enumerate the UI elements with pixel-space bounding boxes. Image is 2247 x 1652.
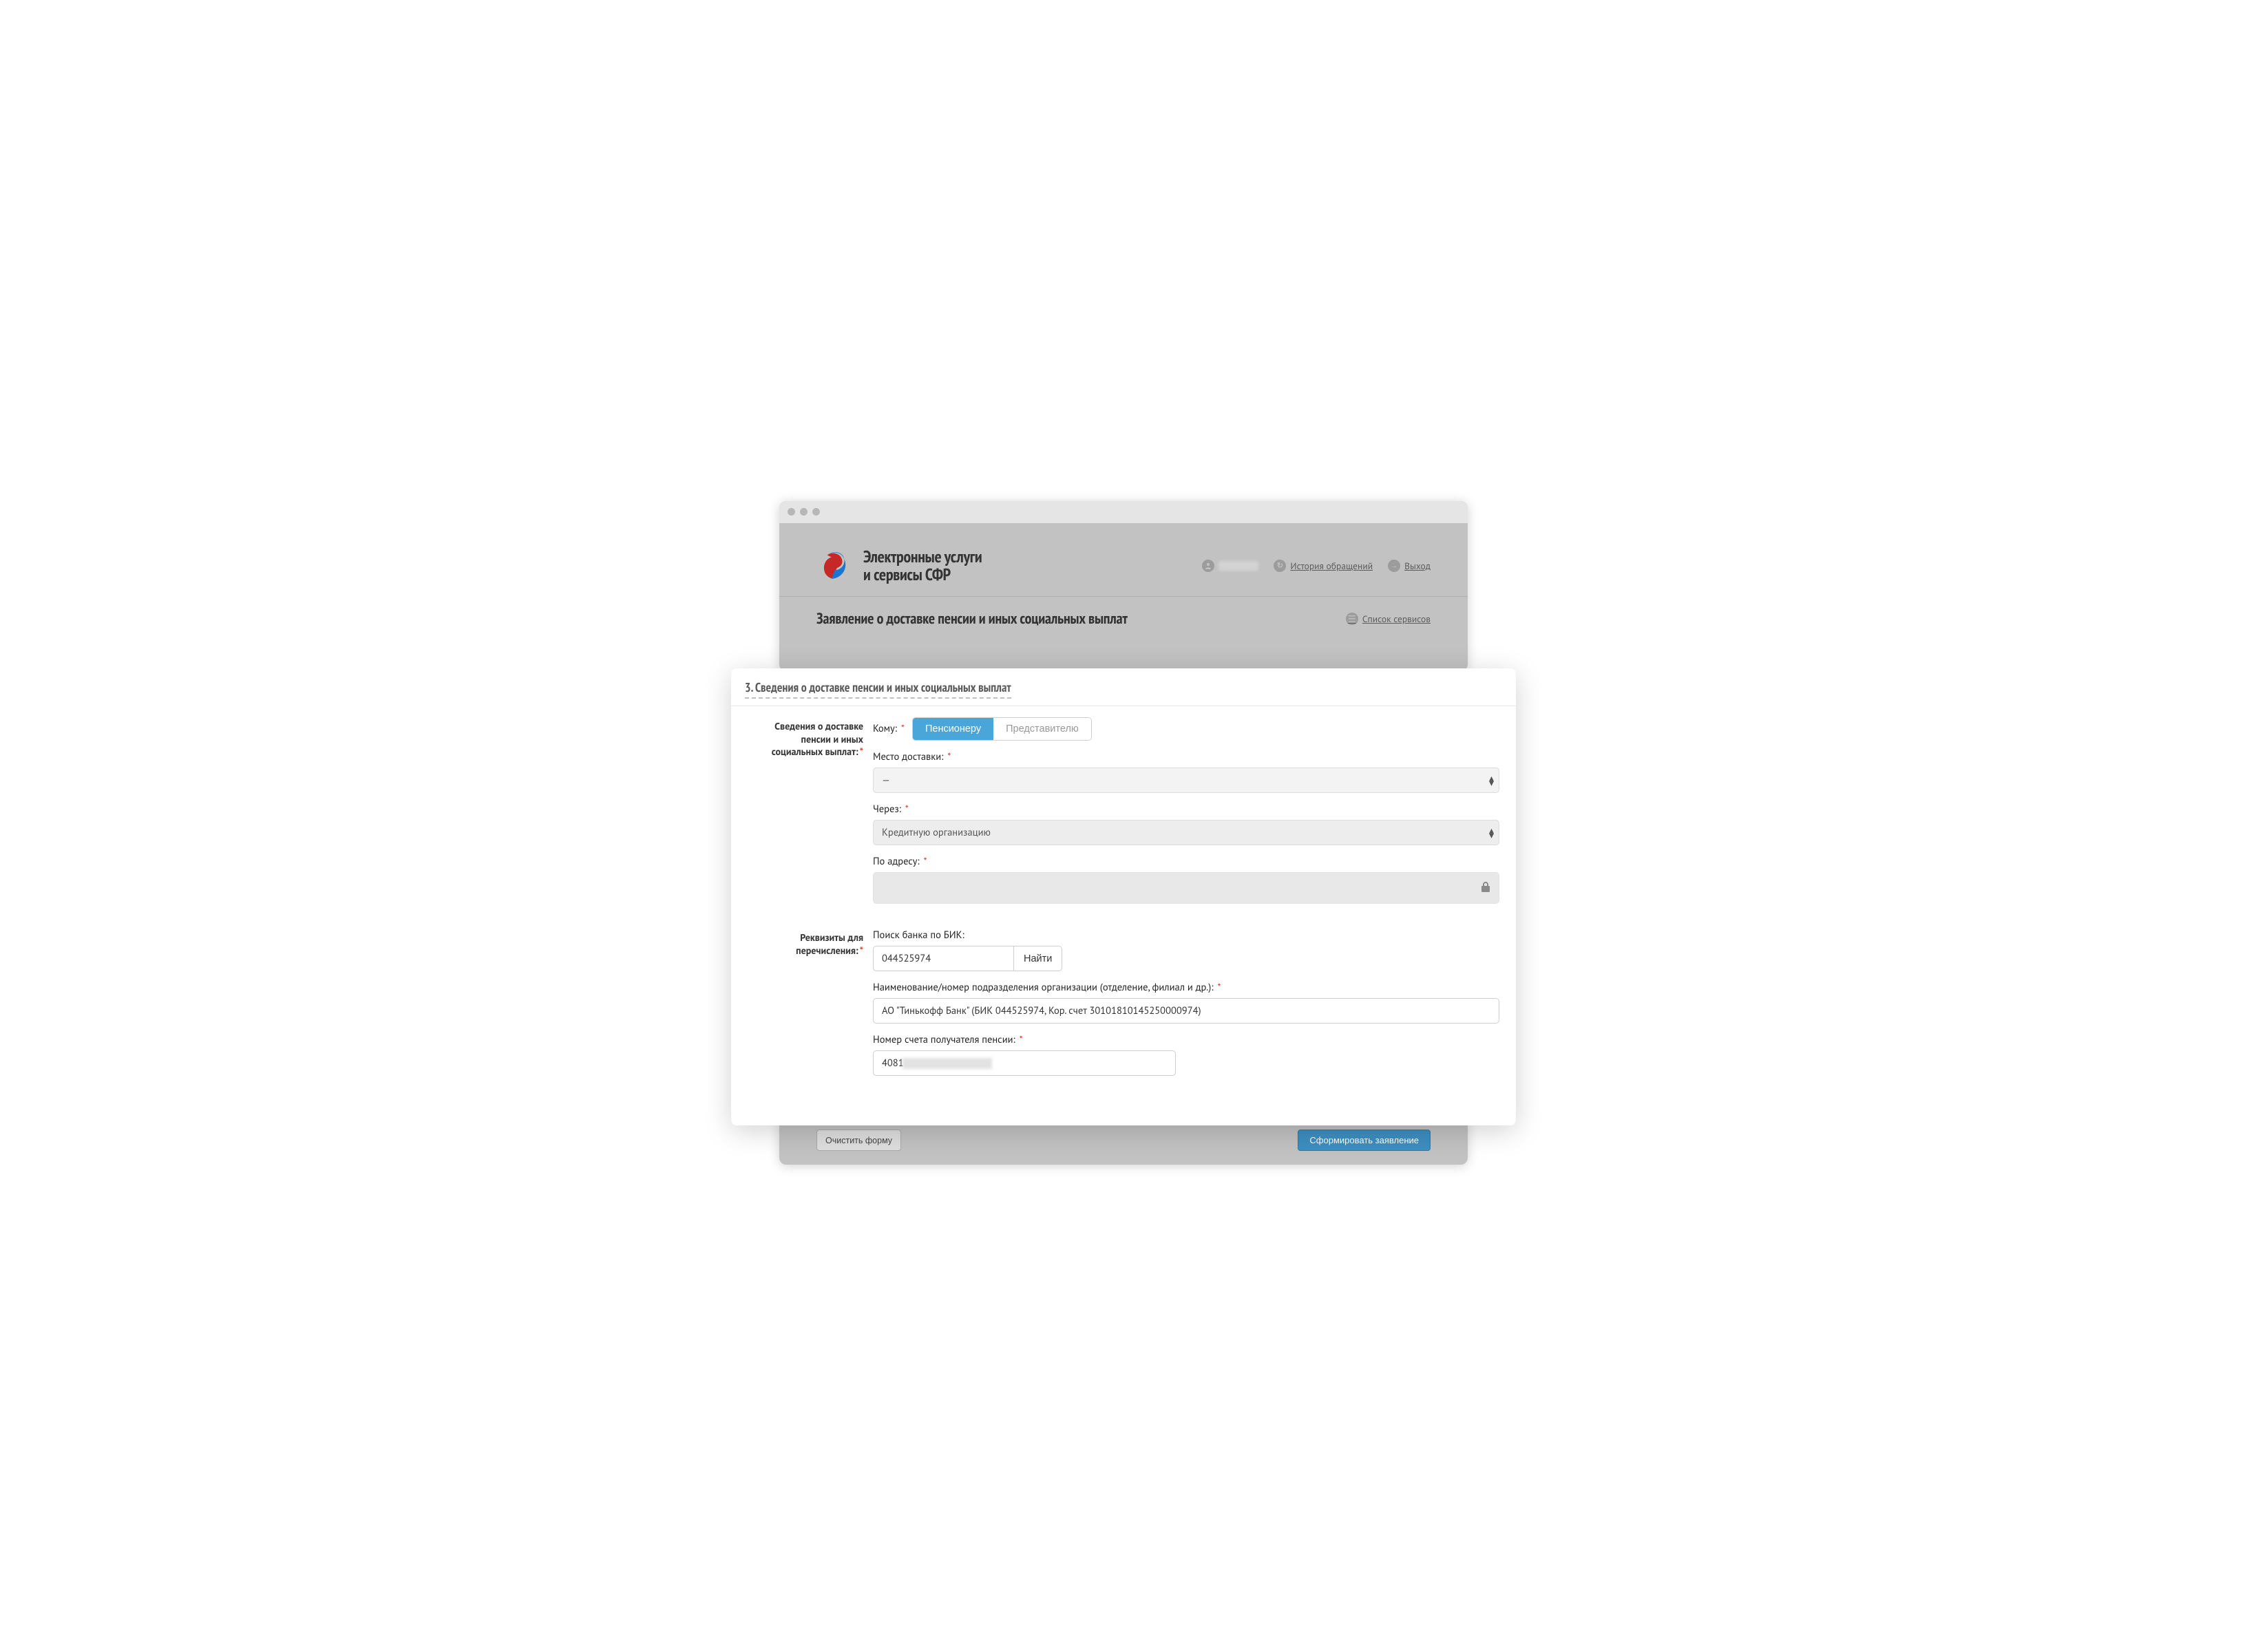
submit-button[interactable]: Сформировать заявление <box>1298 1130 1431 1151</box>
place-label: Место доставки: * <box>873 750 1499 763</box>
brand-title-line2: и сервисы СФР <box>863 564 951 585</box>
services-list-link[interactable]: ☰ Список сервисов <box>1346 613 1431 625</box>
find-bank-button[interactable]: Найти <box>1014 946 1062 971</box>
history-link[interactable]: ↻ История обращений <box>1274 560 1373 572</box>
services-list-label: Список сервисов <box>1362 613 1431 625</box>
chevron-updown-icon: ▴▾ <box>1489 776 1494 785</box>
chevron-updown-icon: ▴▾ <box>1489 828 1494 838</box>
org-name-input[interactable] <box>873 998 1499 1024</box>
lock-icon <box>1481 881 1490 896</box>
window-dot <box>812 508 820 516</box>
logout-icon: → <box>1388 560 1400 572</box>
whom-option-pensioner[interactable]: Пенсионеру <box>913 718 993 740</box>
page-title: Заявление о доставке пенсии и иных социа… <box>816 609 1128 628</box>
window-dot <box>788 508 795 516</box>
logout-link-label: Выход <box>1404 560 1431 572</box>
user-link[interactable] <box>1202 560 1258 572</box>
window-titlebar <box>779 501 1468 523</box>
whom-option-representative[interactable]: Представителю <box>993 718 1091 740</box>
app-window: Электронные услуги и сервисы СФР ↻ Истор… <box>779 501 1468 672</box>
org-label: Наименование/номер подразделения организ… <box>873 981 1499 994</box>
sfr-logo-icon <box>816 549 851 583</box>
whom-label: Кому: * <box>873 722 907 735</box>
clear-form-button[interactable]: Очистить форму <box>816 1130 901 1151</box>
whom-toggle: Пенсионеру Представителю <box>912 717 1092 741</box>
place-select[interactable]: — ▴▾ <box>873 767 1499 793</box>
bik-input[interactable] <box>873 946 1014 971</box>
user-icon <box>1202 560 1214 572</box>
account-label: Номер счета получателя пенсии: * <box>873 1033 1499 1046</box>
section-title: 3. Сведения о доставке пенсии и иных соц… <box>745 679 1011 699</box>
history-icon: ↻ <box>1274 560 1286 572</box>
history-link-label: История обращений <box>1290 560 1373 572</box>
account-redacted <box>903 1058 992 1069</box>
window-dot <box>800 508 808 516</box>
user-name-redacted <box>1219 561 1258 571</box>
bik-label: Поиск банка по БИК: <box>873 929 1499 942</box>
account-input[interactable]: 4081 <box>873 1050 1176 1076</box>
requisites-group-label: Реквизиты для перечисления:* <box>748 929 873 1086</box>
address-label: По адресу: * <box>873 855 1499 868</box>
address-field-locked <box>873 872 1499 904</box>
brand: Электронные услуги и сервисы СФР <box>816 548 982 584</box>
list-icon: ☰ <box>1346 613 1358 625</box>
form-card: 3. Сведения о доставке пенсии и иных соц… <box>731 668 1516 1125</box>
via-select[interactable]: Кредитную организацию ▴▾ <box>873 820 1499 845</box>
via-label: Через: * <box>873 803 1499 816</box>
delivery-group-label: Сведения о доставке пенсии и иных социал… <box>748 717 873 913</box>
logout-link[interactable]: → Выход <box>1388 560 1431 572</box>
